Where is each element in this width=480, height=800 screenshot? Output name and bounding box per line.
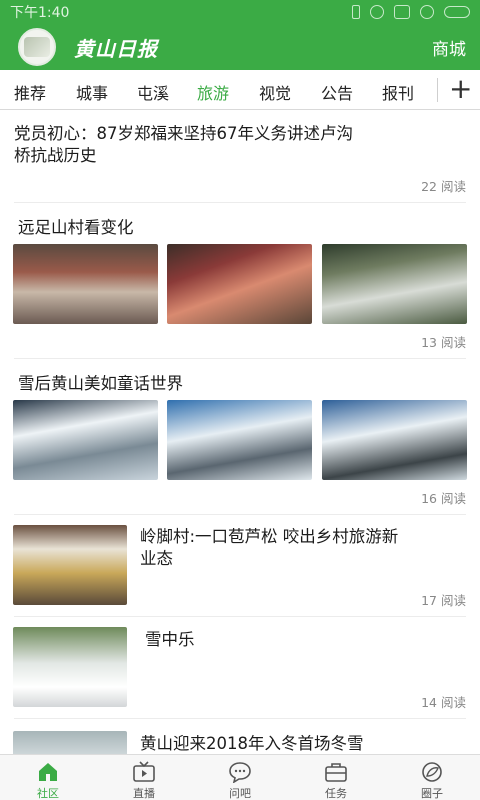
article-title: 黄山迎来2018年入冬首场冬雪 <box>140 734 364 753</box>
article-image <box>13 731 127 754</box>
tv-icon <box>132 761 156 783</box>
article-image <box>13 244 158 324</box>
article-image <box>167 244 312 324</box>
circle-leaf-icon <box>420 761 444 783</box>
mute-icon <box>370 5 384 19</box>
nav-label: 社区 <box>37 787 59 800</box>
tab-notice[interactable]: 公告 <box>321 80 353 104</box>
tab-city[interactable]: 城事 <box>76 80 108 104</box>
home-icon <box>37 761 59 783</box>
status-bar: 下午1:40 <box>0 0 480 24</box>
article-title: 雪后黄山美如童话世界 <box>18 374 183 393</box>
article-image <box>322 244 467 324</box>
nav-community[interactable]: 社区 <box>0 755 96 800</box>
brand-title: 黄山日报 <box>74 36 158 61</box>
nav-circle[interactable]: 圈子 <box>384 755 480 800</box>
mall-link[interactable]: 商城 <box>432 35 466 60</box>
article-image <box>13 400 158 480</box>
tab-newspaper[interactable]: 报刊 <box>382 80 414 104</box>
bluetooth-icon <box>352 5 360 19</box>
tab-separator <box>437 78 438 102</box>
article-item[interactable]: 雪中乐 14 阅读 <box>0 616 480 718</box>
article-title: 岭脚村:一口苞芦松 咬出乡村旅游新业态 <box>140 527 399 568</box>
nav-label: 圈子 <box>421 787 443 800</box>
article-title: 远足山村看变化 <box>18 218 134 237</box>
category-tabs: 推荐 城事 屯溪 旅游 视觉 公告 报刊 + <box>0 70 480 110</box>
article-item[interactable]: 雪后黄山美如童话世界 16 阅读 <box>0 358 480 514</box>
article-title: 雪中乐 <box>145 630 195 649</box>
battery-icon <box>444 6 470 18</box>
article-image <box>13 627 127 707</box>
article-item[interactable]: 黄山迎来2018年入冬首场冬雪 <box>0 718 480 754</box>
read-count: 16 阅读 <box>421 491 466 506</box>
read-count: 14 阅读 <box>421 695 466 710</box>
nav-label: 任务 <box>325 787 347 800</box>
tab-tunxi[interactable]: 屯溪 <box>137 80 169 104</box>
nav-ask[interactable]: 问吧 <box>192 755 288 800</box>
nav-label: 问吧 <box>229 787 251 800</box>
tab-recommend[interactable]: 推荐 <box>14 80 46 104</box>
app-header: 黄山日报 商城 <box>0 24 480 70</box>
nav-task[interactable]: 任务 <box>288 755 384 800</box>
nav-live[interactable]: 直播 <box>96 755 192 800</box>
article-item[interactable]: 党员初心：87岁郑福来坚持67年义务讲述卢沟桥抗战历史 22 阅读 <box>0 110 480 202</box>
article-image <box>322 400 467 480</box>
status-icons <box>352 5 470 19</box>
sim-icon <box>394 5 410 19</box>
tab-visual[interactable]: 视觉 <box>259 80 291 104</box>
status-time: 下午1:40 <box>10 5 70 21</box>
read-count: 22 阅读 <box>421 179 466 194</box>
add-tab-icon[interactable]: + <box>449 74 472 104</box>
news-feed[interactable]: 党员初心：87岁郑福来坚持67年义务讲述卢沟桥抗战历史 22 阅读 远足山村看变… <box>0 110 480 754</box>
read-count: 17 阅读 <box>421 593 466 608</box>
article-image <box>13 525 127 605</box>
chat-bubble-icon <box>228 761 252 783</box>
article-item[interactable]: 岭脚村:一口苞芦松 咬出乡村旅游新业态 17 阅读 <box>0 514 480 616</box>
tab-tourism[interactable]: 旅游 <box>197 80 229 104</box>
article-title: 党员初心：87岁郑福来坚持67年义务讲述卢沟桥抗战历史 <box>14 124 353 165</box>
wifi-icon <box>420 5 434 19</box>
nav-label: 直播 <box>133 787 155 800</box>
article-item[interactable]: 远足山村看变化 13 阅读 <box>0 202 480 358</box>
article-image <box>167 400 312 480</box>
app-logo[interactable] <box>18 28 56 66</box>
read-count: 13 阅读 <box>421 335 466 350</box>
bottom-navigation: 社区 直播 问吧 任务 圈子 <box>0 754 480 800</box>
briefcase-icon <box>324 761 348 783</box>
